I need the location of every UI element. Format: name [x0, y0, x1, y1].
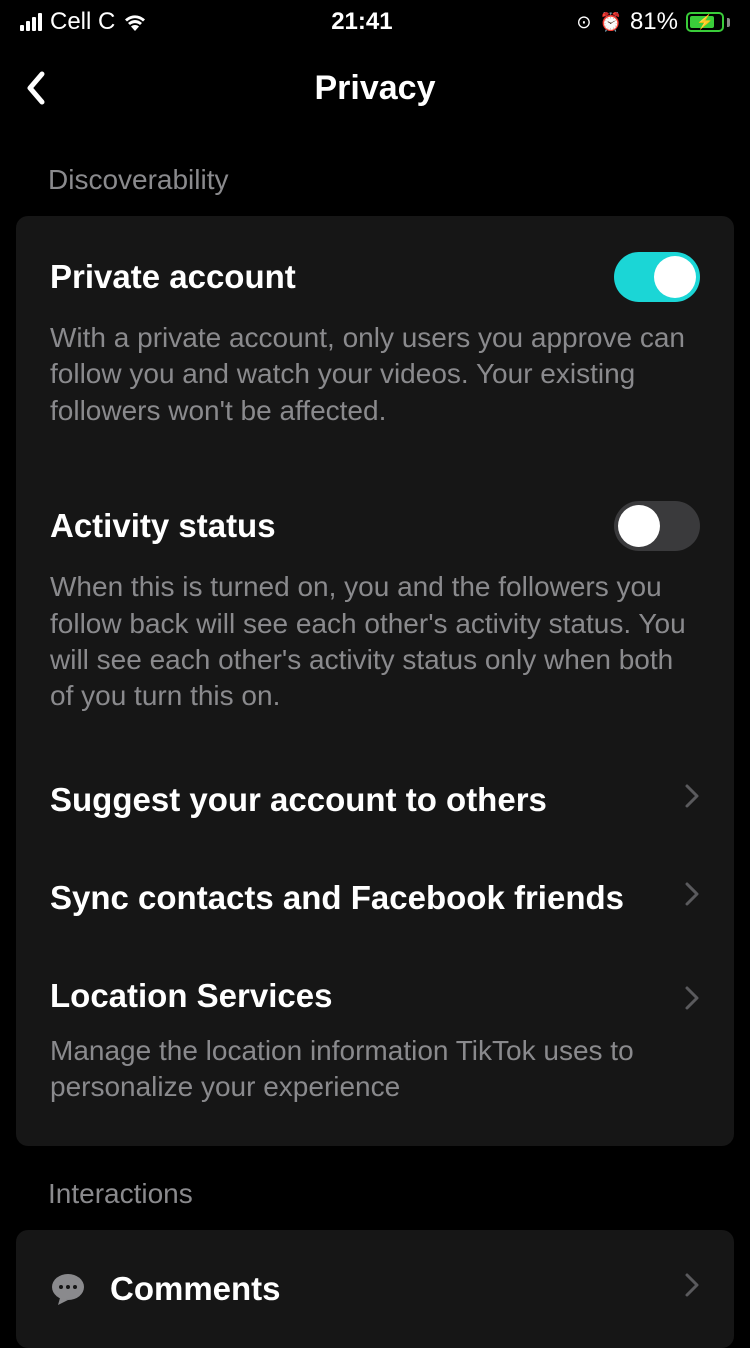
chevron-right-icon — [684, 783, 700, 817]
chevron-right-icon — [684, 881, 700, 915]
nav-header: Privacy — [0, 44, 750, 132]
status-right: ⊙ ⏰ 81% ⚡ — [576, 8, 730, 36]
section-header-discoverability: Discoverability — [16, 132, 734, 216]
battery-icon: ⚡ — [686, 12, 730, 32]
status-time: 21:41 — [331, 8, 392, 36]
suggest-account-title: Suggest your account to others — [50, 781, 674, 819]
activity-status-toggle[interactable] — [614, 501, 700, 551]
comments-row[interactable]: Comments — [16, 1230, 734, 1348]
chevron-right-icon — [684, 1272, 700, 1306]
private-account-description: With a private account, only users you a… — [50, 320, 700, 429]
signal-icon — [20, 13, 42, 31]
battery-percent: 81% — [630, 8, 678, 36]
chevron-right-icon — [684, 985, 700, 1019]
private-account-row: Private account With a private account, … — [16, 216, 734, 465]
activity-status-row: Activity status When this is turned on, … — [16, 465, 734, 751]
activity-status-description: When this is turned on, you and the foll… — [50, 569, 700, 715]
sync-contacts-row[interactable]: Sync contacts and Facebook friends — [16, 849, 734, 947]
location-services-row[interactable]: Location Services Manage the location in… — [16, 947, 734, 1146]
discoverability-card: Private account With a private account, … — [16, 216, 734, 1146]
private-account-toggle[interactable] — [614, 252, 700, 302]
section-header-interactions: Interactions — [16, 1146, 734, 1230]
suggest-account-row[interactable]: Suggest your account to others — [16, 751, 734, 849]
status-left: Cell C — [20, 8, 147, 36]
content: Discoverability Private account With a p… — [0, 132, 750, 1348]
location-services-title: Location Services — [50, 977, 674, 1015]
wifi-icon — [123, 13, 147, 31]
interactions-card: Comments — [16, 1230, 734, 1348]
activity-status-title: Activity status — [50, 507, 594, 545]
comments-title: Comments — [110, 1270, 674, 1308]
sync-contacts-title: Sync contacts and Facebook friends — [50, 879, 674, 917]
rotation-lock-icon: ⊙ — [576, 12, 591, 33]
status-bar: Cell C 21:41 ⊙ ⏰ 81% ⚡ — [0, 0, 750, 44]
carrier-label: Cell C — [50, 8, 115, 36]
page-title: Privacy — [315, 69, 436, 108]
back-button[interactable] — [24, 70, 64, 106]
location-services-description: Manage the location information TikTok u… — [50, 1033, 674, 1106]
comment-icon — [50, 1271, 86, 1307]
private-account-title: Private account — [50, 258, 594, 296]
alarm-icon: ⏰ — [600, 12, 622, 33]
